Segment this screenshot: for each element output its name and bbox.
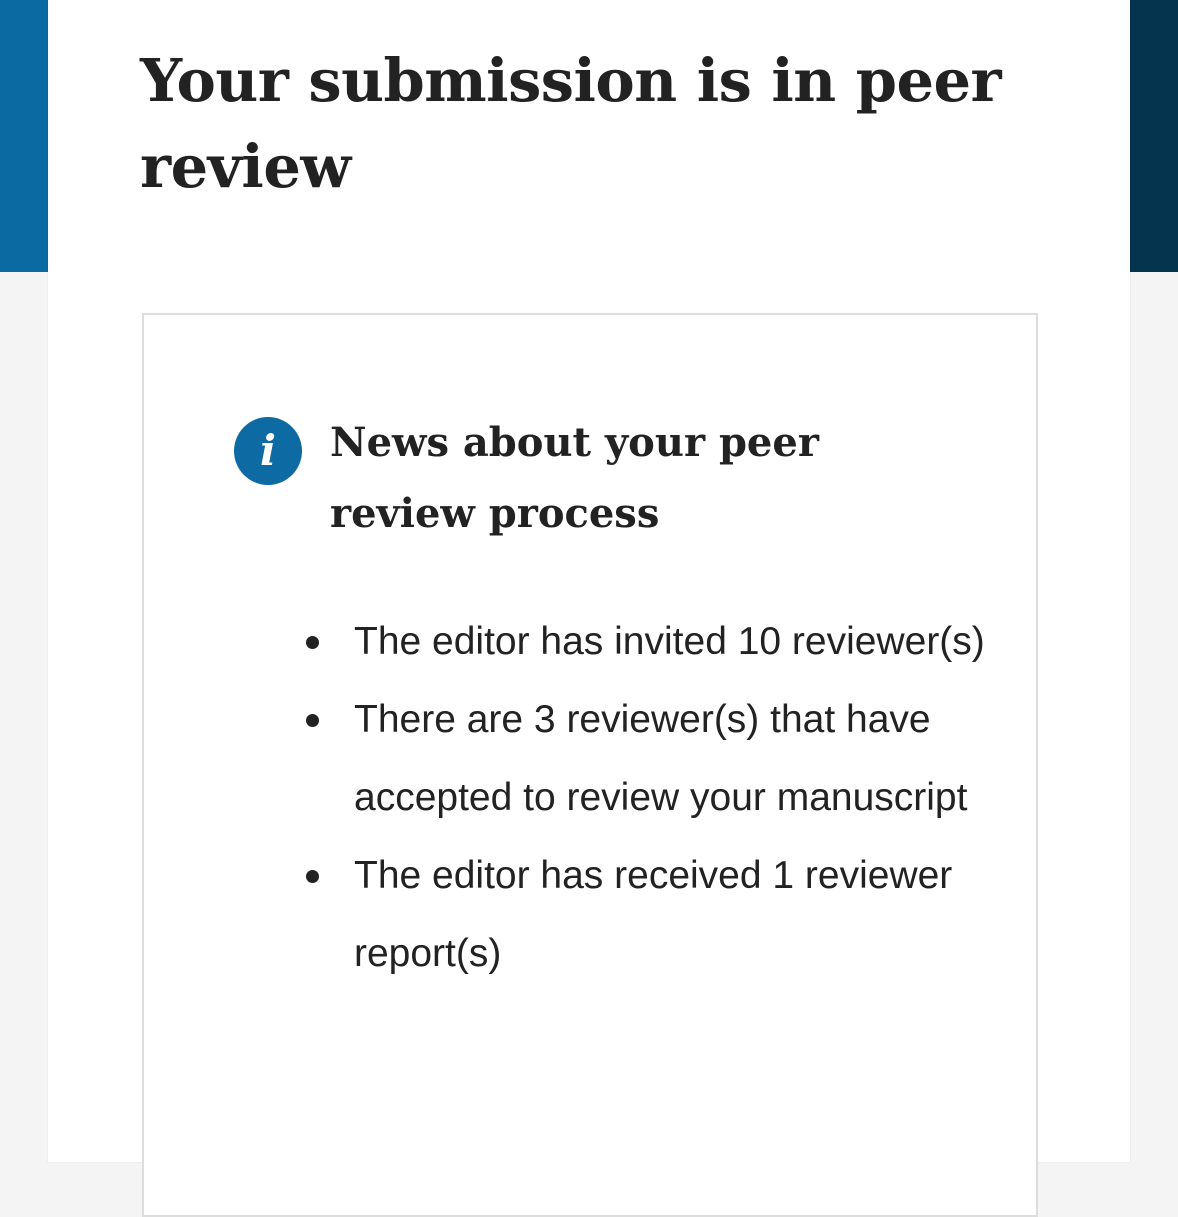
bullet-icon	[306, 636, 319, 649]
status-list-item-text: There are 3 reviewer(s) that have accept…	[354, 698, 968, 819]
left-accent-band	[0, 0, 48, 272]
bullet-icon	[306, 870, 319, 883]
news-heading: News about your peer review process	[330, 419, 819, 537]
peer-review-news-panel: i News about your peer review process Th…	[142, 313, 1038, 1217]
status-list-item: The editor has invited 10 reviewer(s)	[306, 603, 994, 681]
bullet-icon	[306, 714, 319, 727]
submission-status-card: Your submission is in peer review i News…	[48, 0, 1130, 1217]
right-accent-band	[1130, 0, 1178, 272]
page-title: Your submission is in peer review	[140, 46, 1002, 201]
status-list-item: There are 3 reviewer(s) that have accept…	[306, 681, 994, 837]
info-icon: i	[234, 417, 302, 485]
peer-review-status-list: The editor has invited 10 reviewer(s) Th…	[306, 603, 994, 993]
status-list-item-text: The editor has received 1 reviewer repor…	[354, 854, 953, 975]
status-list-item-text: The editor has invited 10 reviewer(s)	[354, 620, 985, 663]
status-list-item: The editor has received 1 reviewer repor…	[306, 837, 994, 993]
